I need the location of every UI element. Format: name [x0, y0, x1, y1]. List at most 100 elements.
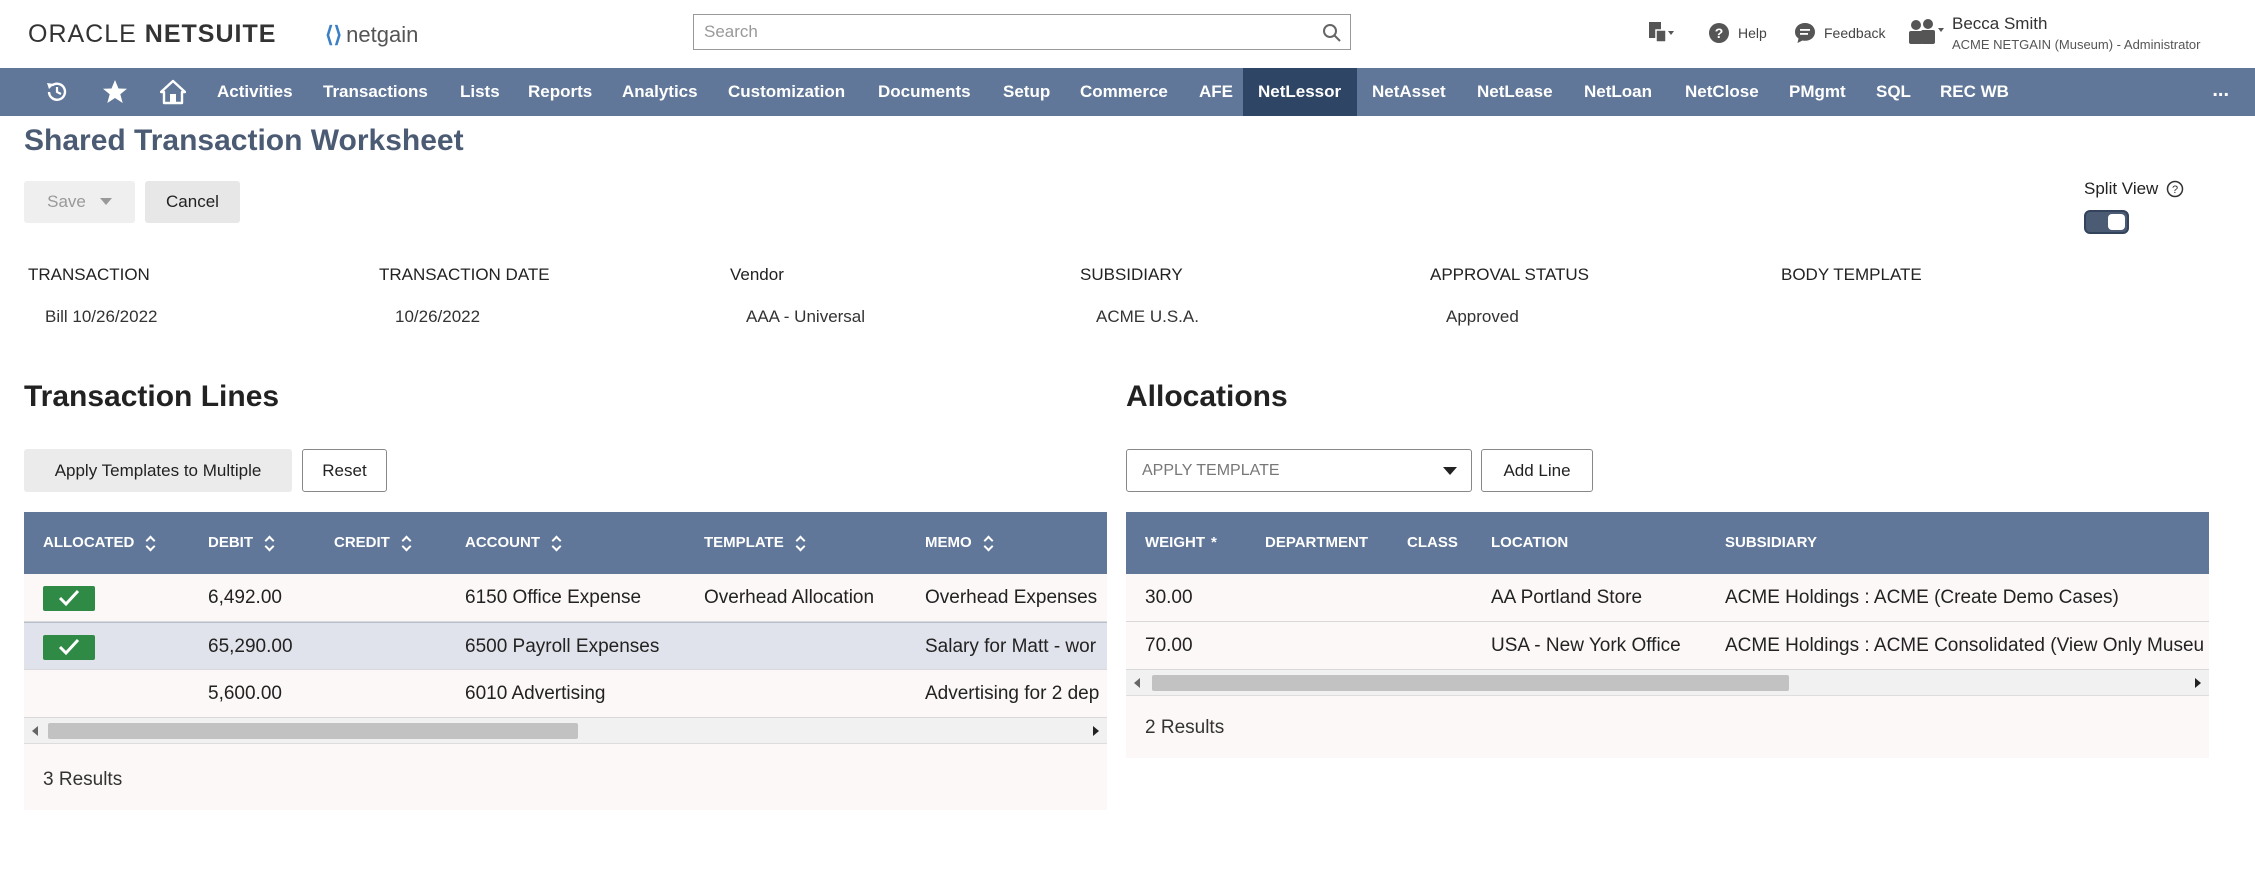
apply-templates-button[interactable]: Apply Templates to Multiple: [24, 449, 292, 492]
search-icon[interactable]: [1322, 23, 1342, 43]
table-header: ALLOCATED DEBIT CREDIT ACCOUNT TEMPLATE …: [24, 512, 1107, 574]
sort-icon[interactable]: [552, 536, 562, 550]
col-credit[interactable]: CREDIT: [334, 512, 412, 574]
cell-account: 6150 Office Expense: [465, 587, 642, 608]
cell-location[interactable]: AA Portland Store: [1491, 574, 1642, 621]
save-button[interactable]: Save: [24, 181, 135, 223]
field-value-subsidiary: ACME U.S.A.: [1096, 307, 1199, 326]
sort-icon[interactable]: [265, 536, 275, 550]
svg-text:?: ?: [2172, 184, 2178, 196]
required-mark: *: [1211, 534, 1217, 551]
checkmark-icon: [58, 638, 80, 656]
horizontal-scrollbar[interactable]: [24, 718, 1107, 744]
cell-debit: 5,600.00: [208, 683, 282, 704]
nav-commerce[interactable]: Commerce: [1066, 68, 1182, 116]
recent-records-icon: [1649, 22, 1674, 43]
table-row[interactable]: 65,290.00 6500 Payroll Expenses Salary f…: [24, 622, 1107, 670]
scroll-right-icon[interactable]: [2195, 678, 2201, 688]
table-row[interactable]: 30.00 AA Portland Store ACME Holdings : …: [1126, 574, 2209, 622]
scroll-left-icon[interactable]: [1134, 678, 1140, 688]
main-nav: Activities Transactions Lists Reports An…: [0, 68, 2255, 116]
oracle-netsuite-logo[interactable]: ORACLE NETSUITE: [28, 20, 276, 49]
cell-account: 6500 Payroll Expenses: [465, 636, 660, 657]
col-debit[interactable]: DEBIT: [208, 512, 275, 574]
add-line-button[interactable]: Add Line: [1481, 449, 1593, 492]
field-value-vendor[interactable]: AAA - Universal: [746, 307, 865, 327]
split-view-toggle[interactable]: [2084, 210, 2129, 234]
favorites-star-icon[interactable]: [102, 79, 128, 105]
recent-records-button[interactable]: [1646, 20, 1676, 46]
nav-netlessor[interactable]: NetLessor: [1243, 68, 1357, 116]
field-value-transaction-date: 10/26/2022: [395, 307, 481, 326]
sort-icon[interactable]: [402, 536, 412, 550]
cancel-button[interactable]: Cancel: [145, 181, 240, 223]
home-icon[interactable]: [160, 79, 186, 105]
col-location[interactable]: LOCATION: [1491, 512, 1568, 574]
table-row[interactable]: 5,600.00 6010 Advertising Advertising fo…: [24, 670, 1107, 718]
cell-subsidiary[interactable]: ACME Holdings : ACME Consolidated (View …: [1725, 622, 2204, 669]
allocations-title: Allocations: [1126, 380, 1288, 413]
recent-history-icon[interactable]: [44, 79, 70, 105]
cell-memo: Advertising for 2 dep: [925, 683, 1100, 704]
search-input[interactable]: [702, 15, 1306, 49]
field-value-transaction[interactable]: Bill 10/26/2022: [45, 307, 157, 327]
nav-rec-wb[interactable]: REC WB: [1926, 68, 2023, 116]
transaction-lines-table: ALLOCATED DEBIT CREDIT ACCOUNT TEMPLATE …: [24, 512, 1107, 810]
scrollbar-thumb[interactable]: [48, 723, 578, 739]
cell-weight[interactable]: 70.00: [1145, 622, 1193, 669]
nav-netclose[interactable]: NetClose: [1671, 68, 1773, 116]
col-weight[interactable]: WEIGHT *: [1145, 512, 1217, 574]
netgain-logo: ⟨⟩ netgain: [325, 22, 419, 47]
scrollbar-thumb[interactable]: [1152, 675, 1789, 691]
sort-icon[interactable]: [984, 536, 994, 550]
col-allocated[interactable]: ALLOCATED: [43, 512, 156, 574]
sort-icon[interactable]: [796, 536, 806, 550]
scroll-right-icon[interactable]: [1093, 726, 1099, 736]
col-subsidiary[interactable]: SUBSIDIARY: [1725, 512, 1817, 574]
user-name[interactable]: Becca Smith: [1952, 14, 2047, 34]
cell-location[interactable]: USA - New York Office: [1491, 622, 1681, 669]
field-label-subsidiary: SUBSIDIARY: [1080, 265, 1183, 284]
col-class[interactable]: CLASS: [1407, 512, 1458, 574]
nav-transactions[interactable]: Transactions: [309, 68, 442, 116]
role-switcher[interactable]: [1906, 18, 1946, 46]
help-circle-icon[interactable]: ?: [2166, 180, 2184, 198]
nav-activities[interactable]: Activities: [203, 68, 307, 116]
help-link[interactable]: ? Help: [1708, 22, 1767, 44]
allocated-check-badge: [43, 635, 95, 660]
transaction-lines-title: Transaction Lines: [24, 380, 280, 413]
page-title: Shared Transaction Worksheet: [24, 124, 464, 157]
nav-afe[interactable]: AFE: [1185, 68, 1247, 116]
col-template[interactable]: TEMPLATE: [704, 512, 806, 574]
col-department[interactable]: DEPARTMENT: [1265, 512, 1368, 574]
col-account[interactable]: ACCOUNT: [465, 512, 562, 574]
nav-reports[interactable]: Reports: [514, 68, 606, 116]
nav-pmgmt[interactable]: PMgmt: [1775, 68, 1860, 116]
results-count: 2 Results: [1145, 717, 1225, 738]
nav-netlease[interactable]: NetLease: [1463, 68, 1567, 116]
nav-more-menu[interactable]: ...: [2212, 68, 2229, 112]
apply-template-select[interactable]: APPLY TEMPLATE: [1126, 449, 1472, 492]
nav-sql[interactable]: SQL: [1862, 68, 1925, 116]
scroll-left-icon[interactable]: [32, 726, 38, 736]
cell-subsidiary[interactable]: ACME Holdings : ACME (Create Demo Cases): [1725, 574, 2119, 621]
col-memo[interactable]: MEMO: [925, 512, 994, 574]
nav-documents[interactable]: Documents: [864, 68, 985, 116]
nav-analytics[interactable]: Analytics: [608, 68, 712, 116]
sort-icon[interactable]: [146, 536, 156, 550]
nav-netloan[interactable]: NetLoan: [1570, 68, 1666, 116]
nav-customization[interactable]: Customization: [714, 68, 859, 116]
reset-button[interactable]: Reset: [302, 449, 387, 492]
global-search[interactable]: [693, 14, 1351, 50]
feedback-link[interactable]: Feedback: [1794, 22, 1885, 44]
cell-weight[interactable]: 30.00: [1145, 574, 1193, 621]
results-count: 3 Results: [43, 769, 123, 790]
nav-lists[interactable]: Lists: [446, 68, 514, 116]
nav-setup[interactable]: Setup: [989, 68, 1064, 116]
allocations-table: WEIGHT * DEPARTMENT CLASS LOCATION SUBSID…: [1126, 512, 2209, 758]
chevron-down-icon[interactable]: [99, 198, 112, 206]
horizontal-scrollbar[interactable]: [1126, 670, 2209, 696]
table-row[interactable]: 70.00 USA - New York Office ACME Holding…: [1126, 622, 2209, 670]
nav-netasset[interactable]: NetAsset: [1358, 68, 1460, 116]
table-row[interactable]: 6,492.00 6150 Office Expense Overhead Al…: [24, 574, 1107, 622]
